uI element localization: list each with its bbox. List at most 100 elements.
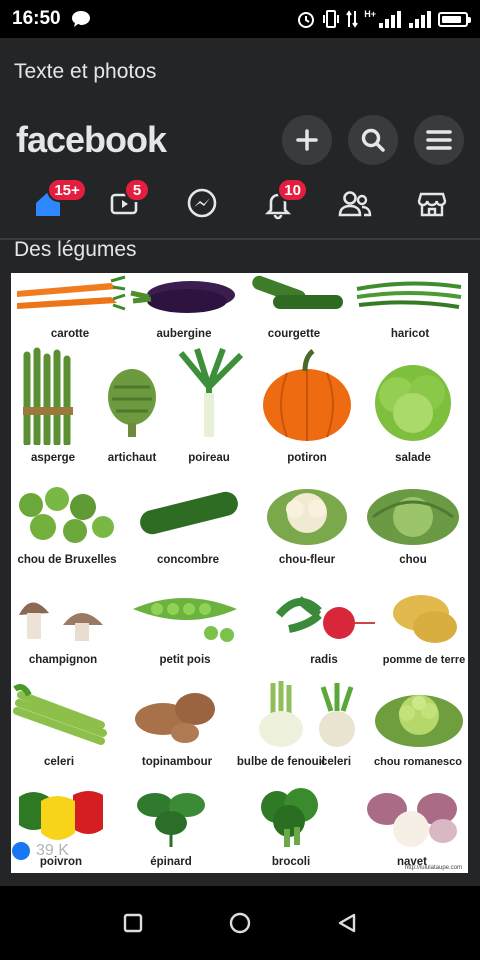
tab-home[interactable]: 15+ xyxy=(23,178,87,224)
veg-label: chou romanesco xyxy=(373,756,463,768)
veg-label: potiron xyxy=(287,452,327,464)
friends-icon xyxy=(338,191,372,217)
radish-image xyxy=(275,596,375,639)
cauliflower-image xyxy=(267,489,347,545)
potato-image xyxy=(393,595,457,643)
veg-poireau: poireau xyxy=(171,347,247,464)
veg-champignon: champignon xyxy=(13,589,113,666)
veg-artichaut: artichaut xyxy=(99,347,165,464)
veg-concombre: concombre xyxy=(133,483,243,566)
create-button[interactable] xyxy=(282,115,332,165)
veg-salade: salade xyxy=(363,347,463,464)
veg-courgette: courgette xyxy=(237,275,351,340)
plus-icon xyxy=(296,129,318,151)
tab-marketplace[interactable] xyxy=(407,184,457,224)
spinach-image xyxy=(137,793,205,847)
celery-image xyxy=(13,684,107,745)
artichoke-image xyxy=(108,369,156,437)
battery-icon xyxy=(438,11,471,27)
peas-image xyxy=(133,598,237,642)
veg-label: poireau xyxy=(188,452,230,464)
lettuce-image xyxy=(375,365,451,441)
veg-chou-romanesco: chou romanesco xyxy=(369,681,467,768)
veg-label: celeri xyxy=(43,756,75,768)
back-icon[interactable] xyxy=(336,912,358,934)
home-badge: 15+ xyxy=(47,178,87,202)
vegetables-poster[interactable]: carotte aubergine courgette haricot aspe… xyxy=(11,273,468,873)
search-icon xyxy=(361,128,385,152)
zucchini-image xyxy=(252,275,343,309)
tab-notifications[interactable]: 10 xyxy=(253,178,308,224)
facebook-app: Texte et photos facebook 15+ 5 10 Des lé… xyxy=(0,38,480,886)
status-icons: H+ xyxy=(296,9,471,29)
turnip-image xyxy=(367,793,457,847)
notifications-badge: 10 xyxy=(277,178,308,202)
like-reaction-icon xyxy=(12,842,30,860)
alarm-icon xyxy=(298,12,315,28)
recent-apps-icon[interactable] xyxy=(122,912,144,934)
veg-label: celeri xyxy=(320,756,352,768)
home-nav-icon[interactable] xyxy=(228,911,252,935)
veg-radis: radis xyxy=(269,589,379,666)
facebook-logo[interactable]: facebook xyxy=(16,119,167,161)
watch-badge: 5 xyxy=(123,178,150,202)
eggplant-image xyxy=(130,281,235,313)
veg-brocoli: brocoli xyxy=(247,783,335,868)
signal-icon xyxy=(379,11,401,28)
veg-label: chou xyxy=(399,554,427,566)
veg-aubergine: aubergine xyxy=(127,275,241,340)
veg-label: concombre xyxy=(157,554,219,566)
post-text: Des légumes xyxy=(14,238,137,261)
veg-label: aubergine xyxy=(156,328,212,340)
veg-label: asperge xyxy=(30,452,76,464)
veg-label: brocoli xyxy=(271,856,311,868)
chat-bubble-icon xyxy=(71,11,90,27)
veg-label: artichaut xyxy=(107,452,157,464)
veg-label: chou de Bruxelles xyxy=(17,554,117,566)
veg-petit-pois: petit pois xyxy=(127,589,243,666)
menu-button[interactable] xyxy=(414,115,464,165)
shop-icon xyxy=(417,192,446,217)
veg-chou-fleur: chou-fleur xyxy=(257,483,357,566)
green-beans-image xyxy=(356,281,462,309)
cucumber-image xyxy=(140,491,238,535)
signal-icon-2 xyxy=(409,11,431,28)
pumpkin-image xyxy=(263,349,351,441)
veg-epinard: épinard xyxy=(127,783,215,868)
veg-label: carotte xyxy=(50,328,90,340)
veg-topinambour: topinambour xyxy=(129,681,225,768)
veg-label: chou-fleur xyxy=(278,554,336,566)
status-bar: 16:50 H+ xyxy=(0,0,480,38)
poster-credit: http://lululataupe.com xyxy=(404,865,462,871)
veg-pomme-de-terre: pomme de terre xyxy=(379,589,469,666)
status-time: 16:50 xyxy=(12,8,61,29)
messenger-icon xyxy=(187,188,216,218)
brussels-sprouts-image xyxy=(19,487,114,543)
network-type: H+ xyxy=(364,9,376,19)
reaction-count: 39 K xyxy=(36,842,69,859)
veg-asperge: asperge xyxy=(13,347,93,464)
veg-haricot: haricot xyxy=(353,275,467,340)
veg-celeri-rave: celeri xyxy=(313,681,359,768)
header: facebook xyxy=(0,110,480,170)
jerusalem-artichoke-image xyxy=(135,693,215,743)
search-button[interactable] xyxy=(348,115,398,165)
celeriac-image xyxy=(319,683,355,747)
previous-post-text: Texte et photos xyxy=(14,60,157,83)
veg-label: radis xyxy=(310,654,338,666)
pepper-image xyxy=(19,791,103,840)
veg-label: salade xyxy=(395,452,431,464)
veg-label: épinard xyxy=(150,856,192,868)
carrot-image xyxy=(17,275,126,311)
broccoli-image xyxy=(261,788,318,847)
veg-navet: navet xyxy=(357,783,467,868)
leek-image xyxy=(178,347,244,437)
veg-label: courgette xyxy=(267,328,321,340)
tab-watch[interactable]: 5 xyxy=(100,178,150,224)
tab-messenger[interactable] xyxy=(177,184,227,224)
veg-label: topinambour xyxy=(141,756,213,768)
header-actions xyxy=(282,115,464,165)
tab-friends[interactable] xyxy=(330,184,380,224)
veg-label: haricot xyxy=(390,328,430,340)
reactions-row[interactable]: 39 K xyxy=(12,842,69,860)
